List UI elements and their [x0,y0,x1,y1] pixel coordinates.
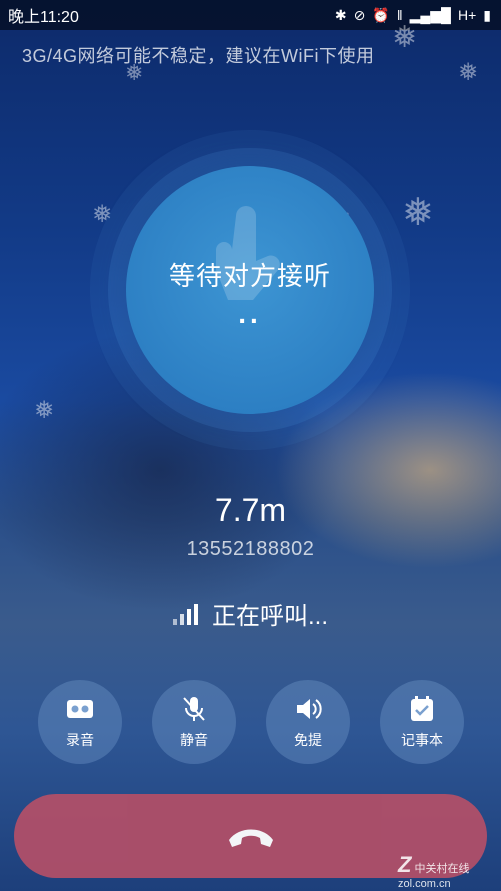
snowflake-icon: ❅ [34,397,55,424]
status-bar: 晚上11:20 ✱ ⊘ ⏰ ‖ ▂▄▆█ H+ ▮ [0,0,501,30]
notepad-label: 记事本 [401,732,443,748]
bluetooth-icon: ✱ [334,6,347,23]
mute-label: 静音 [180,732,208,748]
battery-icon: ▮ [483,6,491,23]
network-type: H+ [457,7,477,23]
notepad-icon [411,696,433,721]
waiting-dots: .. [238,298,262,329]
record-icon [67,700,93,718]
call-status-row: 正在呼叫... [0,596,501,631]
calling-status: 正在呼叫... [211,603,328,630]
snowflake-icon: ❅ [125,60,144,85]
snowflake-icon: ❅ [458,59,479,86]
call-signal-icon [172,603,198,625]
call-status-circle: 等待对方接听 .. [126,166,374,414]
waiting-text: 等待对方接听 [168,261,331,291]
zol-logo-icon: Z [398,852,412,877]
distance-label: 7.7m [214,492,287,528]
speaker-icon [297,699,322,719]
snowflake-icon: ❅ [402,192,434,234]
mute-icon [183,697,205,721]
watermark-logo: Z 中关村在线 zol.com.cn [398,852,501,890]
notepad-button[interactable]: 记事本 [380,680,464,764]
status-time: 晚上11:20 [8,9,79,26]
phone-number: 13552188802 [186,538,315,560]
hangup-phone-icon [228,829,273,847]
alarm-icon: ⏰ [372,6,390,23]
speaker-label: 免提 [294,732,322,748]
network-warning: 3G/4G网络可能不稳定，建议在WiFi下使用 [22,46,375,66]
mute-button[interactable]: 静音 [152,680,236,764]
record-button[interactable]: 录音 [38,680,122,764]
snowflake-icon: ❅ [392,21,418,54]
silent-icon: ⊘ [353,6,366,23]
speaker-button[interactable]: 免提 [266,680,350,764]
record-label: 录音 [66,732,94,748]
